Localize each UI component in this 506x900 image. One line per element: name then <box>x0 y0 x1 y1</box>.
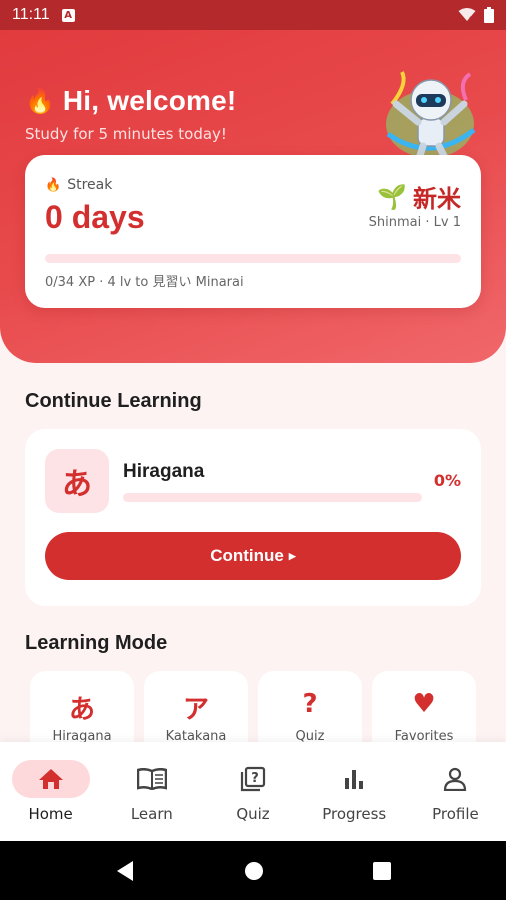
nav-icon-wrap: ? <box>214 760 292 798</box>
fire-icon: 🔥 <box>25 87 55 115</box>
streak-label-row: 🔥 Streak <box>45 177 112 193</box>
nav-item-progress[interactable]: Progress <box>304 742 405 841</box>
wifi-off-icon <box>458 8 476 22</box>
status-time: 11:11 <box>12 6 50 23</box>
recents-icon[interactable] <box>373 861 392 880</box>
nav-item-profile[interactable]: Profile <box>405 742 506 841</box>
course-progress-percent: 0% <box>433 471 461 490</box>
notification-a-icon: A <box>61 8 75 22</box>
course-name: Hiragana <box>123 461 205 482</box>
nav-item-quiz[interactable]: ? Quiz <box>202 742 303 841</box>
hiragana-icon: あ <box>68 695 95 725</box>
play-arrow-icon: ▶ <box>288 550 296 561</box>
greeting-row: 🔥 Hi, welcome! <box>25 85 236 117</box>
battery-icon <box>484 7 494 23</box>
nav-item-home[interactable]: Home <box>0 742 101 841</box>
nav-icon-wrap <box>416 760 494 798</box>
robot-mascot-icon <box>378 64 482 168</box>
hiragana-tile: あ <box>45 449 109 513</box>
book-icon <box>136 768 167 790</box>
nav-icon-wrap <box>113 760 191 798</box>
katakana-icon: ア <box>182 695 209 725</box>
nav-label: Home <box>28 805 73 823</box>
heart-icon: ♥ <box>412 689 436 719</box>
xp-text: 0/34 XP · 4 lv to 見習い Minarai <box>45 275 244 290</box>
greeting-subtitle: Study for 5 minutes today! <box>25 125 227 143</box>
svg-text:?: ? <box>251 771 259 786</box>
rank-level: Shinmai · Lv 1 <box>368 215 461 230</box>
streak-card: 🔥 Streak 0 days 🌱 新米 Shinmai · Lv 1 0/34… <box>25 155 481 308</box>
home-circle-icon[interactable] <box>244 861 264 881</box>
person-icon <box>444 767 467 791</box>
status-bar: 11:11 A <box>0 0 506 30</box>
xp-progress-bar <box>45 254 461 263</box>
rank-kanji: 新米 <box>413 185 461 213</box>
system-nav-bar <box>0 841 506 900</box>
bottom-nav: Home Learn ? Quiz Progress Profile <box>0 742 506 841</box>
continue-learning-title: Continue Learning <box>25 390 202 412</box>
quiz-icon: ? <box>240 766 266 792</box>
streak-label: Streak <box>67 177 113 193</box>
nav-label: Profile <box>432 805 479 823</box>
nav-icon-wrap <box>315 760 393 798</box>
question-icon: ? <box>302 689 318 719</box>
learning-mode-title: Learning Mode <box>25 632 168 654</box>
nav-item-learn[interactable]: Learn <box>101 742 202 841</box>
seedling-icon: 🌱 <box>377 182 407 211</box>
streak-value: 0 days <box>45 199 145 235</box>
rank-title: 🌱 新米 <box>377 179 461 214</box>
fire-icon: 🔥 <box>45 177 62 193</box>
nav-active-indicator <box>11 760 90 798</box>
continue-button-label: Continue <box>210 546 284 565</box>
home-icon <box>38 769 63 789</box>
nav-label: Quiz <box>236 805 270 823</box>
back-icon[interactable] <box>115 860 135 882</box>
bar-chart-icon <box>345 770 364 789</box>
greeting-title: Hi, welcome! <box>62 85 237 116</box>
continue-learning-card[interactable]: あ Hiragana 0% Continue ▶ <box>25 429 481 606</box>
nav-label: Progress <box>322 805 387 823</box>
nav-label: Learn <box>130 805 173 823</box>
continue-button[interactable]: Continue ▶ <box>45 532 461 580</box>
course-progress-bar <box>123 493 422 502</box>
